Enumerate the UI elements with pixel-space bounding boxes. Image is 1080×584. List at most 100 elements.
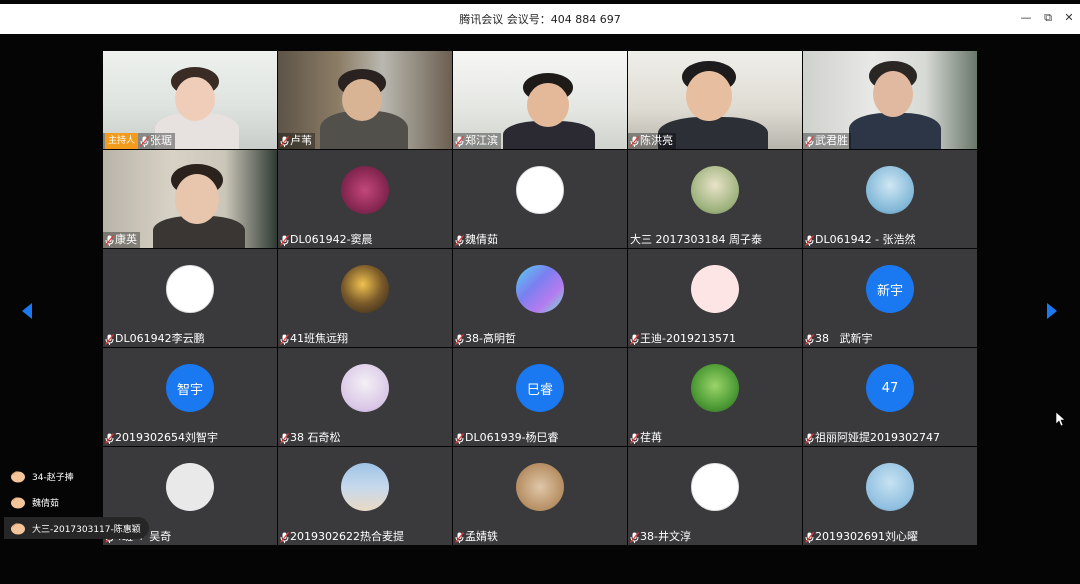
participant-name: DL061942 - 张浩然	[815, 233, 916, 246]
participant-name-label: 主持人 张琚	[103, 133, 176, 149]
mic-muted-icon	[630, 432, 639, 444]
participant-name-label: 38-高明哲	[453, 331, 519, 347]
participant-name-label: 王迪-2019213571	[628, 331, 739, 347]
participant-tile[interactable]: 孟婧轶	[453, 447, 627, 545]
participant-name-label: 大三 2017303184 周子泰	[628, 232, 765, 248]
meeting-window: 腾讯会议 会议号：404 884 697 — ⧉ ✕ 主持人 张琚 卢苇 郑江滨 陈洪亮…	[0, 0, 1080, 584]
participant-tile[interactable]: DL061942 - 张浩然	[803, 150, 977, 248]
participant-avatar-image	[341, 463, 389, 511]
participant-name: DL061942-窦晨	[290, 233, 373, 246]
participant-name: 孟婧轶	[465, 530, 498, 543]
mic-muted-icon	[280, 531, 289, 543]
mic-muted-icon	[280, 135, 289, 147]
participant-name: DL061939-杨巳睿	[465, 431, 559, 444]
participant-tile[interactable]: 武君胜	[803, 51, 977, 149]
prev-page-arrow-icon[interactable]	[21, 302, 33, 320]
participant-avatar-image	[341, 364, 389, 412]
participant-name: 陈洪亮	[640, 134, 673, 147]
participant-tile[interactable]: 2019302622热合麦提	[278, 447, 452, 545]
mic-muted-icon	[805, 531, 814, 543]
mouse-cursor-icon	[1055, 411, 1066, 427]
participant-name-label: 魏倩茹	[453, 232, 501, 248]
participant-name: 2019302691刘心曜	[815, 530, 918, 543]
participant-name-label: 武君胜	[803, 133, 851, 149]
participant-tile[interactable]: 38-井文淳	[628, 447, 802, 545]
participant-avatar-initials: 巳睿	[516, 364, 564, 412]
hand-raise-item: 大三-2017303117-陈惠颖	[4, 517, 149, 539]
participant-avatar-initials: 47	[866, 364, 914, 412]
participant-name-label: 41班焦远翔	[278, 331, 351, 347]
participant-tile[interactable]: DL061942-窦晨	[278, 150, 452, 248]
hand-raise-name: 34-赵子捧	[32, 472, 74, 483]
mic-muted-icon	[105, 432, 114, 444]
participant-tile[interactable]: 卢苇	[278, 51, 452, 149]
participant-name-label: 38 武新宇	[803, 331, 876, 347]
participant-tile[interactable]: 大三 2017303184 周子泰	[628, 150, 802, 248]
participant-name-label: 卢苇	[278, 133, 315, 149]
participant-name: 康英	[115, 233, 137, 246]
participant-name-label: 康英	[103, 232, 140, 248]
mic-muted-icon	[455, 432, 464, 444]
mic-muted-icon	[805, 432, 814, 444]
participant-name: 38 石奇松	[290, 431, 341, 444]
participant-name: 祖丽阿娅提2019302747	[815, 431, 940, 444]
raised-hand-icon	[11, 523, 25, 535]
close-icon[interactable]: ✕	[1060, 9, 1078, 27]
participant-tile[interactable]: 主持人 张琚	[103, 51, 277, 149]
hand-raise-item: 34-赵子捧	[4, 465, 82, 487]
mic-muted-icon	[805, 135, 814, 147]
participant-name-label: 2019302654刘智宇	[103, 430, 221, 446]
participant-name-label: 祖丽阿娅提2019302747	[803, 430, 943, 446]
next-page-arrow-icon[interactable]	[1046, 302, 1058, 320]
minimize-icon[interactable]: —	[1017, 9, 1035, 27]
participant-tile[interactable]: 巳睿 DL061939-杨巳睿	[453, 348, 627, 446]
participant-name: 郑江滨	[465, 134, 498, 147]
restore-icon[interactable]: ⧉	[1039, 9, 1057, 27]
participant-name: 王迪-2019213571	[640, 332, 736, 345]
participant-avatar-image	[166, 463, 214, 511]
host-badge: 主持人	[105, 133, 139, 149]
participant-avatar-image	[341, 265, 389, 313]
raised-hand-icon	[11, 497, 25, 509]
participant-avatar-initials: 新宇	[866, 265, 914, 313]
participant-avatar-image	[516, 265, 564, 313]
participant-tile[interactable]: 41班焦远翔	[278, 249, 452, 347]
participant-tile[interactable]: 王迪-2019213571	[628, 249, 802, 347]
participant-tile[interactable]: 陈洪亮	[628, 51, 802, 149]
hand-raise-name: 大三-2017303117-陈惠颖	[32, 524, 141, 535]
mic-muted-icon	[280, 234, 289, 246]
participant-name-label: 郑江滨	[453, 133, 501, 149]
participant-name-label: 陈洪亮	[628, 133, 676, 149]
hand-raise-item: 魏倩茹	[4, 491, 67, 513]
participant-name: 大三 2017303184 周子泰	[630, 233, 762, 246]
participant-name: 魏倩茹	[465, 233, 498, 246]
raised-hand-icon	[11, 471, 25, 483]
participant-name-label: 38-井文淳	[628, 529, 694, 545]
participant-tile[interactable]: 38-高明哲	[453, 249, 627, 347]
participant-tile[interactable]: 郑江滨	[453, 51, 627, 149]
participant-tile[interactable]: 智宇 2019302654刘智宇	[103, 348, 277, 446]
participant-tile[interactable]: 康英	[103, 150, 277, 248]
participant-tile[interactable]: 荏苒	[628, 348, 802, 446]
participant-tile[interactable]: 新宇 38 武新宇	[803, 249, 977, 347]
mic-muted-icon	[630, 333, 639, 345]
participant-avatar-initials: 智宇	[166, 364, 214, 412]
mic-muted-icon	[805, 333, 814, 345]
participant-name: 38-高明哲	[465, 332, 516, 345]
participant-avatar-image	[166, 265, 214, 313]
title-bar: 腾讯会议 会议号：404 884 697 — ⧉ ✕	[0, 4, 1080, 34]
participant-name-label: 38 石奇松	[278, 430, 344, 446]
mic-muted-icon	[455, 135, 464, 147]
participant-tile[interactable]: 2019302691刘心曜	[803, 447, 977, 545]
participant-name-label: DL061942 - 张浩然	[803, 232, 919, 248]
participant-tile[interactable]: DL061942李云鹏	[103, 249, 277, 347]
mic-muted-icon	[280, 432, 289, 444]
mic-muted-icon	[105, 234, 114, 246]
participant-tile[interactable]: 47 祖丽阿娅提2019302747	[803, 348, 977, 446]
participant-avatar-image	[691, 463, 739, 511]
participant-name-label: DL061939-杨巳睿	[453, 430, 562, 446]
participant-name: 卢苇	[290, 134, 312, 147]
participant-tile[interactable]: 魏倩茹	[453, 150, 627, 248]
participant-tile[interactable]: 38 石奇松	[278, 348, 452, 446]
participant-name: DL061942李云鹏	[115, 332, 205, 345]
